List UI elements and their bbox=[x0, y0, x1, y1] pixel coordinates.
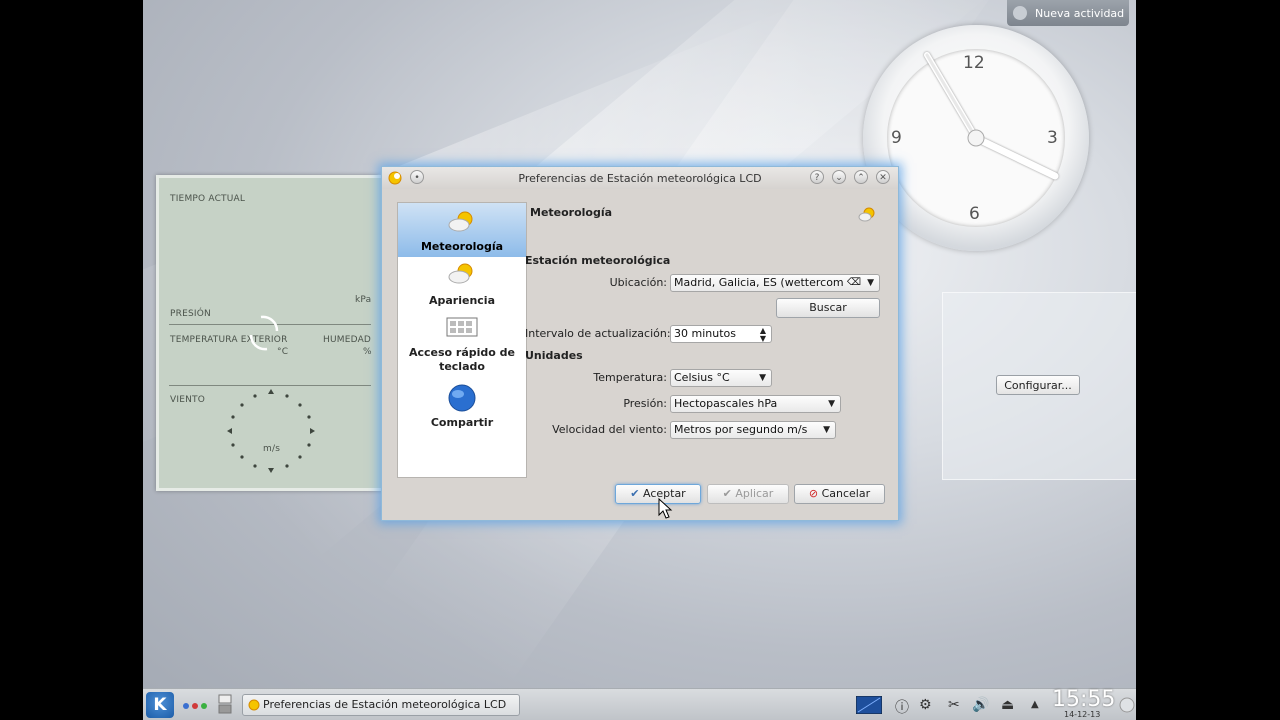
wind-label: VIENTO bbox=[170, 395, 206, 405]
humidity-unit: % bbox=[363, 347, 372, 357]
sidebar-item-apariencia[interactable]: Apariencia bbox=[398, 261, 526, 311]
wind-compass-icon bbox=[227, 389, 315, 473]
cancel-label: Cancelar bbox=[821, 487, 871, 500]
mouse-cursor-icon bbox=[658, 498, 673, 519]
sidebar-item-compartir[interactable]: Compartir bbox=[398, 383, 526, 433]
cancel-button[interactable]: ⊘ Cancelar bbox=[794, 484, 885, 504]
settings-page: Meteorología Estación meteorológica Ubic… bbox=[525, 202, 890, 476]
temperature-select[interactable]: Celsius °C ▼ bbox=[670, 369, 772, 387]
pager-icon[interactable] bbox=[218, 694, 232, 714]
chevron-down-icon: ▼ bbox=[828, 399, 835, 409]
sidebar-item-meteorologia[interactable]: Meteorología bbox=[398, 203, 526, 257]
configure-button[interactable]: Configurar... bbox=[996, 375, 1080, 395]
activity-manager-icon[interactable] bbox=[181, 701, 211, 711]
units-section-heading: Unidades bbox=[525, 349, 583, 362]
activity-icon bbox=[1013, 6, 1027, 20]
volume-icon[interactable]: 🔊 bbox=[972, 697, 989, 713]
digital-clock-date: 14-12-13 bbox=[1064, 710, 1101, 719]
pressure-label: Presión: bbox=[623, 397, 667, 410]
location-label: Ubicación: bbox=[609, 276, 667, 289]
panel-toolbox-icon[interactable] bbox=[1119, 697, 1135, 713]
weather-icon bbox=[448, 211, 473, 232]
weather-icon bbox=[858, 207, 875, 222]
temperature-value: Celsius °C bbox=[674, 371, 730, 384]
help-icon[interactable]: ? bbox=[810, 170, 824, 184]
apply-label: Aplicar bbox=[735, 487, 774, 500]
desktop: Nueva actividad 12 3 6 9 TIEMPO ACTUAL P… bbox=[143, 0, 1136, 720]
close-icon[interactable]: ✕ bbox=[876, 170, 890, 184]
chevron-down-icon: ▼ bbox=[759, 373, 766, 383]
chevron-down-icon: ▼ bbox=[823, 425, 830, 435]
loading-spinner-icon bbox=[249, 315, 279, 351]
search-button[interactable]: Buscar bbox=[776, 298, 880, 318]
settings-sidebar: Meteorología Apariencia Acceso rápido de… bbox=[397, 202, 527, 478]
digital-clock[interactable]: 15:55 bbox=[1052, 687, 1115, 712]
sidebar-item-label: Acceso rápido de teclado bbox=[408, 346, 516, 373]
globe-icon bbox=[448, 384, 476, 412]
kde-menu-icon[interactable]: K bbox=[146, 692, 174, 718]
minimize-icon[interactable]: ⌄ bbox=[832, 170, 846, 184]
apply-button[interactable]: ✔ Aplicar bbox=[707, 484, 789, 504]
taskbar-task[interactable]: Preferencias de Estación meteorológica L… bbox=[242, 694, 520, 716]
interval-label: Intervalo de actualización: bbox=[525, 327, 671, 340]
clock-hands bbox=[924, 52, 1059, 180]
pressure-value: Hectopascales hPa bbox=[674, 397, 778, 410]
dialog-titlebar[interactable]: • Preferencias de Estación meteorológica… bbox=[382, 167, 898, 189]
clock-face: 12 3 6 9 bbox=[887, 49, 1065, 227]
weather-lcd-widget[interactable]: TIEMPO ACTUAL PRESIÓN kPa TEMPERATURA EX… bbox=[156, 175, 384, 491]
device-notifier-icon[interactable]: ⏏ bbox=[1001, 697, 1014, 713]
scissors-icon[interactable]: ✂ bbox=[948, 697, 960, 713]
sidebar-item-acceso-rapido[interactable]: Acceso rápido de teclado bbox=[398, 316, 526, 380]
wind-speed-select[interactable]: Metros por segundo m/s ▼ bbox=[670, 421, 836, 439]
show-hidden-icons-arrow[interactable]: ▲ bbox=[1031, 699, 1039, 710]
check-icon: ✔ bbox=[722, 487, 732, 500]
keyboard-icon bbox=[446, 317, 478, 337]
interval-value: 30 minutos bbox=[674, 327, 736, 340]
check-icon: ✔ bbox=[630, 487, 640, 500]
humidity-label: HUMEDAD bbox=[323, 335, 372, 345]
interval-spinbox[interactable]: 30 minutos ▲ ▼ bbox=[670, 325, 772, 343]
new-activity-label: Nueva actividad bbox=[1035, 6, 1125, 20]
pressure-unit: kPa bbox=[355, 295, 372, 305]
wind-unit: m/s bbox=[263, 444, 281, 454]
task-title: Preferencias de Estación meteorológica L… bbox=[263, 698, 507, 711]
unconfigured-widget: Configurar... bbox=[942, 292, 1136, 480]
settings-gear-icon[interactable]: ⚙ bbox=[919, 697, 932, 713]
appearance-icon bbox=[448, 263, 473, 284]
clear-icon[interactable]: ⌫ bbox=[847, 275, 861, 291]
info-icon[interactable]: ⓘ bbox=[895, 697, 909, 717]
temperature-label: Temperatura: bbox=[593, 371, 667, 384]
chevron-down-icon: ▼ bbox=[867, 278, 874, 288]
screen-icon[interactable] bbox=[856, 696, 882, 714]
pressure-label: PRESIÓN bbox=[170, 309, 211, 319]
weather-app-icon bbox=[248, 699, 260, 711]
spin-arrows-icon[interactable]: ▲ ▼ bbox=[760, 327, 766, 343]
current-weather-label: TIEMPO ACTUAL bbox=[170, 194, 246, 204]
pressure-select[interactable]: Hectopascales hPa ▼ bbox=[670, 395, 841, 413]
taskbar: K Preferencias de Estación meteorológica… bbox=[143, 687, 1136, 720]
new-activity-button[interactable]: Nueva actividad bbox=[1007, 0, 1129, 26]
wind-speed-label: Velocidad del viento: bbox=[552, 423, 667, 436]
sidebar-item-label: Apariencia bbox=[428, 294, 495, 307]
cancel-icon: ⊘ bbox=[808, 487, 819, 500]
maximize-icon[interactable]: ⌃ bbox=[854, 170, 868, 184]
sidebar-item-label: Compartir bbox=[430, 416, 494, 429]
wind-speed-value: Metros por segundo m/s bbox=[674, 423, 808, 436]
location-combo[interactable]: Madrid, Galicia, ES (wettercom) ⌫ ▼ bbox=[670, 274, 880, 292]
station-section-heading: Estación meteorológica bbox=[525, 254, 671, 267]
preferences-dialog: • Preferencias de Estación meteorológica… bbox=[381, 166, 899, 521]
page-title: Meteorología bbox=[530, 206, 613, 219]
location-value: Madrid, Galicia, ES (wettercom) bbox=[674, 276, 844, 289]
sidebar-item-label: Meteorología bbox=[420, 240, 504, 253]
